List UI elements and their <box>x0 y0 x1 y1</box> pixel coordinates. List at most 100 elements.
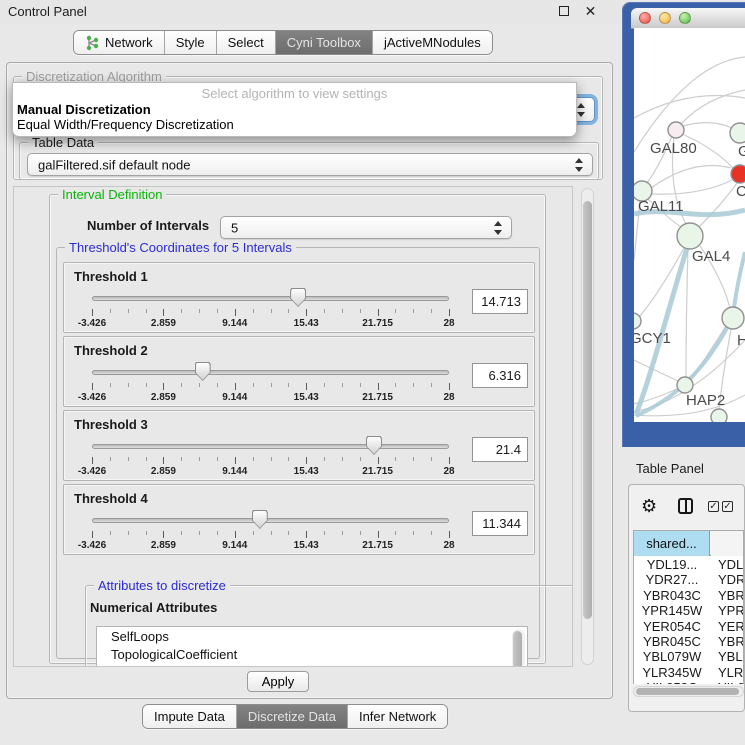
network-node[interactable] <box>730 123 745 143</box>
table-row[interactable]: YBL079WYBL0 <box>634 649 744 664</box>
stepper-icon <box>575 158 584 172</box>
threshold-value-field[interactable]: 21.4 <box>472 437 528 462</box>
close-traffic-light-icon[interactable] <box>639 12 651 24</box>
tab-label: Cyni Toolbox <box>287 35 361 50</box>
list-item-topologicalcoefficient[interactable]: TopologicalCoefficient <box>97 645 527 663</box>
tick-label: 28 <box>423 318 475 329</box>
network-canvas[interactable]: GAL80GCGAL11GAL4GCY1HHAP2 <box>634 28 745 422</box>
network-view-window: GAL80GCGAL11GAL4GCY1HHAP2 <box>622 2 745 447</box>
network-window-titlebar[interactable] <box>631 8 745 29</box>
slider-thumb[interactable] <box>366 436 382 455</box>
node-label-gal4: GAL4 <box>692 248 730 265</box>
tick-label: 21.715 <box>352 540 404 551</box>
tick-label: 28 <box>423 540 475 551</box>
attributes-to-discretize-group: Attributes to discretize Numerical Attri… <box>85 585 573 667</box>
column-header-shared-name[interactable]: shared... <box>634 531 710 556</box>
list-item-selfloops[interactable]: SelfLoops <box>97 627 527 645</box>
tab-select[interactable]: Select <box>217 31 276 54</box>
slider-track[interactable] <box>92 444 449 449</box>
top-tab-bar: NetworkStyle Select Cyni Toolbox jActiveMNo… <box>73 30 493 55</box>
slider-track[interactable] <box>92 370 449 375</box>
table-row[interactable]: YBR045C YBR0 <box>634 634 744 649</box>
algorithm-dropdown-popup: Select algorithm to view settings Manual… <box>12 82 577 137</box>
minimize-traffic-light-icon[interactable] <box>659 12 671 24</box>
threshold-label: Threshold 3 <box>74 417 148 432</box>
table-row[interactable]: YIL052CYIL0 <box>634 680 744 684</box>
slider-track[interactable] <box>92 296 449 301</box>
slider-thumb[interactable] <box>290 288 306 307</box>
threshold-value-field[interactable]: 11.344 <box>472 511 528 536</box>
tab-impute-data[interactable]: Impute Data <box>143 705 237 728</box>
combo-value: 5 <box>231 220 238 235</box>
threshold-value-field[interactable]: 14.713 <box>472 289 528 314</box>
node-table[interactable]: shared... n... YDL19...YDL1YDR27...YDR2Y… <box>633 530 744 684</box>
tick-label: -3.426 <box>66 392 118 403</box>
close-icon[interactable]: ✕ <box>583 4 598 19</box>
threshold-label: Threshold 4 <box>74 491 148 506</box>
network-node[interactable] <box>722 307 744 329</box>
tick-label: 28 <box>423 466 475 477</box>
gear-icon[interactable]: ⚙ <box>641 495 657 517</box>
tick-label: 21.715 <box>352 392 404 403</box>
threshold-frame-3: Threshold 3-3.4262.8599.14415.4321.71528… <box>63 410 535 481</box>
tab-label: Select <box>228 35 264 50</box>
table-row[interactable]: YLR345WYLR3 <box>634 665 744 680</box>
column-layout-icon[interactable] <box>678 498 693 514</box>
cell-name: YER0 <box>718 619 744 634</box>
cell-name: YDR2 <box>718 572 744 587</box>
network-node[interactable] <box>677 223 703 249</box>
apply-button[interactable]: Apply <box>247 671 309 692</box>
table-row[interactable]: YDL19...YDL1 <box>634 557 744 572</box>
tick-label: 2.859 <box>137 540 189 551</box>
table-row[interactable]: YPR145WYPR1 <box>634 603 744 618</box>
threshold-label: Threshold 2 <box>74 343 148 358</box>
tick-label: 28 <box>423 392 475 403</box>
list-scrollbar[interactable] <box>512 629 525 667</box>
group-title: Interval Definition <box>58 187 166 202</box>
cell-name: YIL0 <box>718 680 744 684</box>
checkbox-icon[interactable]: ✓ <box>708 501 719 512</box>
cell-name: YBR0 <box>718 634 744 649</box>
column-header-name[interactable]: n... <box>711 531 744 556</box>
popup-item-equal-width-frequency[interactable]: Equal Width/Frequency Discretization <box>17 117 234 132</box>
cell-shared-name: YBR045C <box>634 634 710 649</box>
tick-label: 15.43 <box>280 318 332 329</box>
numerical-attributes-list[interactable]: SelfLoopsTopologicalCoefficientBetweenne… <box>96 626 528 667</box>
network-node[interactable] <box>668 122 684 138</box>
table-row[interactable]: YBR043CYBR0 <box>634 588 744 603</box>
slider-thumb[interactable] <box>252 510 268 529</box>
table-data-combo[interactable]: galFiltered.sif default node <box>27 153 593 176</box>
tab-cyni-toolbox[interactable]: Cyni Toolbox <box>276 31 373 54</box>
tick-label: 9.144 <box>209 540 261 551</box>
tab-network[interactable]: Network <box>74 31 165 54</box>
popup-item-manual-discretization[interactable]: Manual Discretization <box>17 102 151 117</box>
numerical-attributes-label: Numerical Attributes <box>90 600 217 615</box>
tab-jactivemnodules[interactable]: jActiveMNodules <box>373 31 492 54</box>
slider-track[interactable] <box>92 518 449 523</box>
tab-discretize-data[interactable]: Discretize Data <box>237 705 348 728</box>
network-node[interactable] <box>677 377 693 393</box>
tab-label: Infer Network <box>359 709 436 724</box>
table-horizontal-scrollbar[interactable] <box>633 686 744 697</box>
float-window-icon[interactable] <box>556 4 571 19</box>
tab-infer-network[interactable]: Infer Network <box>348 705 447 728</box>
node-label-hap2: HAP2 <box>686 392 725 409</box>
main-scrollbar[interactable] <box>581 188 594 665</box>
cell-shared-name: YER054C <box>634 619 710 634</box>
interval-definition-group: Interval Definition Number of Intervals … <box>49 194 546 664</box>
slider-thumb[interactable] <box>195 362 211 381</box>
table-row[interactable]: YDR27...YDR2 <box>634 572 744 587</box>
checkbox-icon[interactable]: ✓ <box>722 501 733 512</box>
threshold-value-field[interactable]: 6.316 <box>472 363 528 388</box>
tab-style[interactable]: Style <box>165 31 217 54</box>
table-row[interactable]: YER054C YER0 <box>634 619 744 634</box>
number-of-intervals-combo[interactable]: 5 <box>220 216 512 239</box>
network-node[interactable] <box>711 409 727 422</box>
network-node[interactable] <box>731 165 745 183</box>
tab-label: Discretize Data <box>248 709 336 724</box>
zoom-traffic-light-icon[interactable] <box>679 12 691 24</box>
table-toolbar: ⚙ ✓ ✓ <box>629 495 744 521</box>
tick-label: 9.144 <box>209 392 261 403</box>
cell-shared-name: YPR145W <box>634 603 710 618</box>
list-item-betweennesscentrality[interactable]: BetweennessCentrality <box>97 663 527 667</box>
